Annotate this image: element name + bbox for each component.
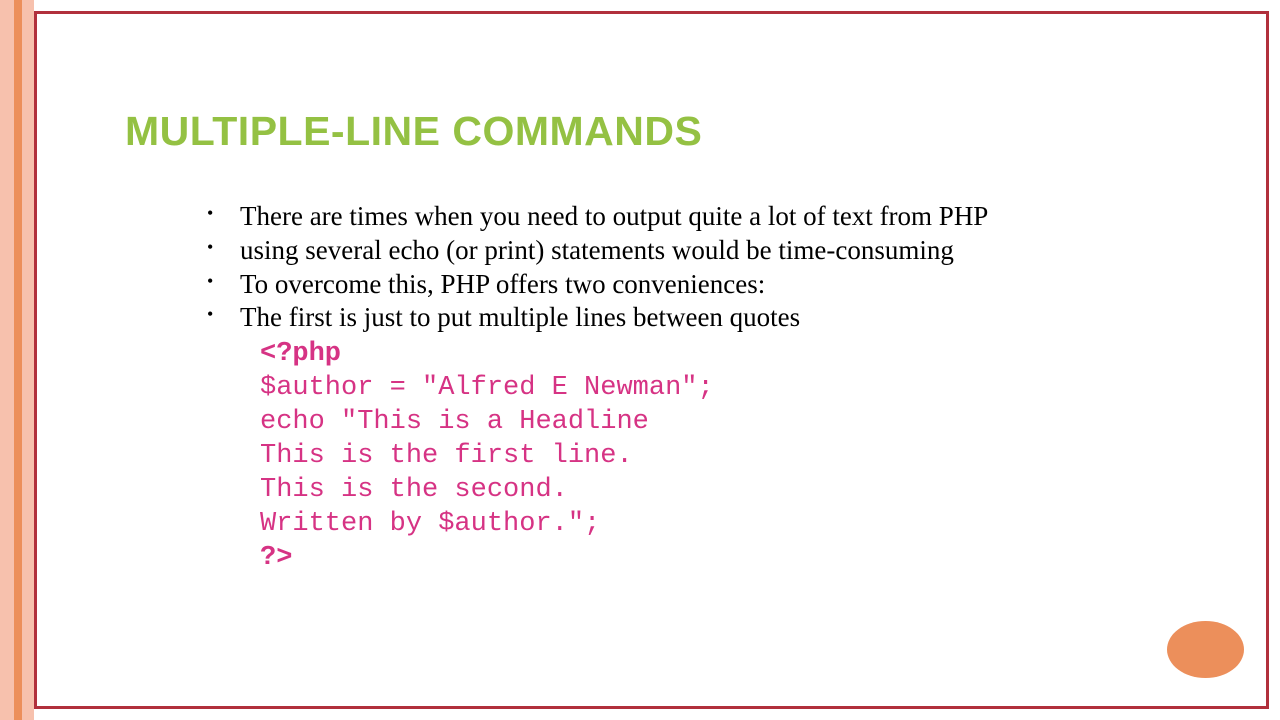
code-line: Written by $author."; <box>260 507 1220 541</box>
slide-left-strip-inner <box>14 0 22 720</box>
slide-border-left <box>34 11 37 709</box>
slide-number-badge <box>1167 621 1244 678</box>
code-line: This is the second. <box>260 473 1220 507</box>
list-item: using several echo (or print) statements… <box>215 234 1220 268</box>
code-block: <?php $author = "Alfred E Newman"; echo … <box>260 337 1220 575</box>
code-line: ?> <box>260 541 1220 575</box>
code-line: <?php <box>260 337 1220 371</box>
slide-border-bottom <box>34 706 1269 709</box>
list-item: The first is just to put multiple lines … <box>215 301 1220 335</box>
list-item: To overcome this, PHP offers two conveni… <box>215 268 1220 302</box>
code-line: echo "This is a Headline <box>260 405 1220 439</box>
code-line: $author = "Alfred E Newman"; <box>260 371 1220 405</box>
slide-title: MULTIPLE-LINE COMMANDS <box>125 108 1220 155</box>
slide-border-right <box>1266 11 1269 709</box>
slide-border-top <box>34 11 1269 14</box>
code-line: This is the first line. <box>260 439 1220 473</box>
bullet-list: There are times when you need to output … <box>215 200 1220 335</box>
slide-content: MULTIPLE-LINE COMMANDS There are times w… <box>125 108 1220 575</box>
list-item: There are times when you need to output … <box>215 200 1220 234</box>
